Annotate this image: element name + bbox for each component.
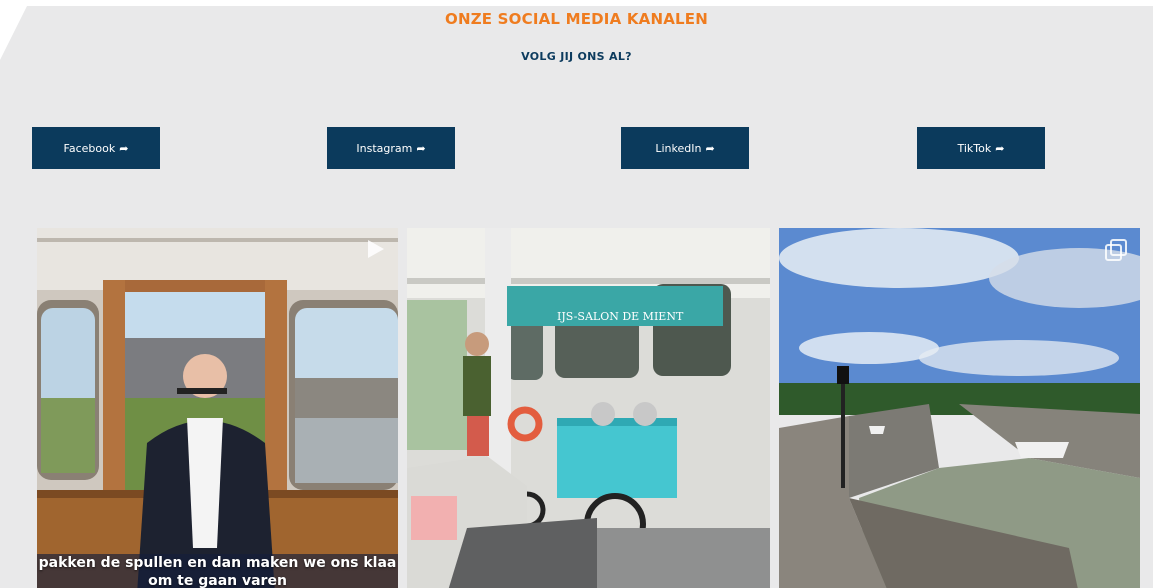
- section-subheading: VOLG JIJ ONS AL?: [521, 50, 632, 63]
- instagram-button[interactable]: Instagram ➦: [327, 127, 455, 169]
- feed-post-album[interactable]: [779, 228, 1140, 588]
- instagram-button-label: Instagram: [356, 141, 413, 155]
- linkedin-button[interactable]: LinkedIn ➦: [621, 127, 749, 169]
- facebook-button-label: Facebook: [63, 141, 116, 155]
- multiple-images-icon: [1104, 238, 1128, 262]
- feed-post-image[interactable]: IJS-SALON DE MIENT: [407, 228, 770, 588]
- tiktok-button[interactable]: TikTok ➦: [917, 127, 1045, 169]
- play-icon: [364, 238, 386, 260]
- page-corner: [0, 0, 30, 60]
- caption-line-2: om te gaan varen: [37, 572, 398, 588]
- ice-cream-cart-photo: IJS-SALON DE MIENT: [407, 228, 770, 588]
- harbour-photo: [779, 228, 1140, 588]
- video-caption: pakken de spullen en dan maken we ons kl…: [37, 554, 398, 588]
- wheelhouse-photo: [37, 228, 398, 588]
- share-arrow-icon: ➦: [995, 141, 1005, 155]
- ijs-salon-sign: IJS-SALON DE MIENT: [557, 310, 684, 323]
- tiktok-button-label: TikTok: [957, 141, 992, 155]
- section-heading: ONZE SOCIAL MEDIA KANALEN: [445, 10, 708, 28]
- linkedin-button-label: LinkedIn: [655, 141, 702, 155]
- feed-post-video[interactable]: pakken de spullen en dan maken we ons kl…: [37, 228, 398, 588]
- share-arrow-icon: ➦: [119, 141, 129, 155]
- facebook-button[interactable]: Facebook ➦: [32, 127, 160, 169]
- share-arrow-icon: ➦: [705, 141, 715, 155]
- share-arrow-icon: ➦: [416, 141, 426, 155]
- social-media-section: ONZE SOCIAL MEDIA KANALEN VOLG JIJ ONS A…: [0, 6, 1153, 588]
- caption-line-1: pakken de spullen en dan maken we ons kl…: [37, 554, 398, 572]
